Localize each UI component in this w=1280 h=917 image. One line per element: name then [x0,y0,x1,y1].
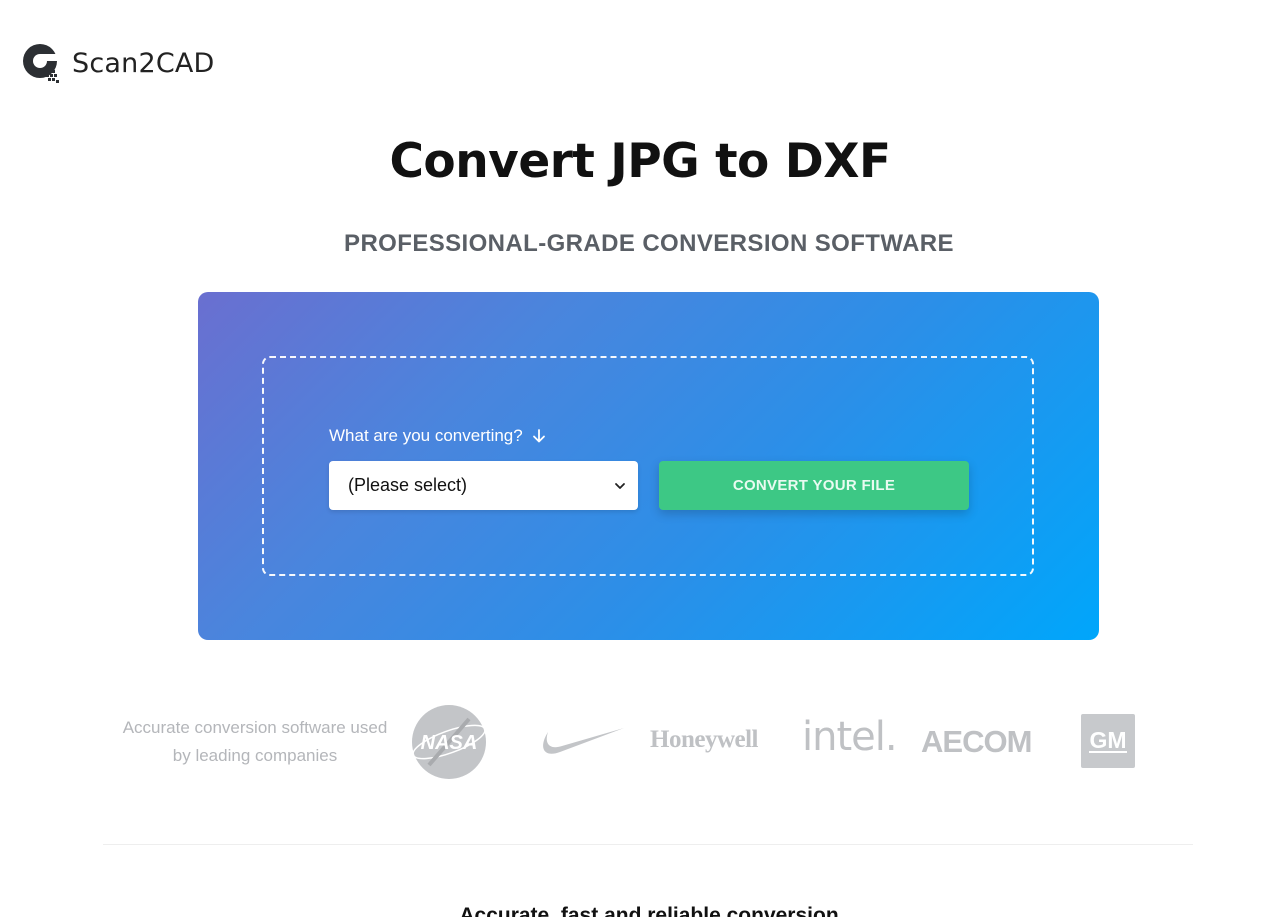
chevron-down-icon [615,482,625,489]
intel-logo: intel. [802,714,898,760]
gm-logo-text: GM [1089,727,1127,753]
converter-prompt-label: What are you converting? [329,426,523,445]
file-type-select-value: (Please select) [348,475,468,495]
file-type-select[interactable]: (Please select) [329,461,638,510]
file-dropzone[interactable]: What are you converting? (Please select)… [262,356,1034,576]
converter-card: What are you converting? (Please select)… [198,292,1099,640]
convert-file-button[interactable]: CONVERT YOUR FILE [659,461,969,510]
trust-statement: Accurate conversion software used by lea… [122,718,388,765]
honeywell-logo: Honeywell [650,726,759,753]
nike-logo [538,722,628,760]
aecom-logo: AECOM [921,724,1032,759]
page-title: Convert JPG to DXF [389,134,891,189]
converter-prompt: What are you converting? [329,426,547,446]
nike-swoosh-icon [543,728,624,754]
arrow-down-icon [532,429,545,443]
site-logo[interactable]: Scan2CAD [20,40,215,86]
section-divider [103,844,1193,845]
nasa-logo-icon: NASA [412,705,486,779]
page-subtitle: PROFESSIONAL-GRADE CONVERSION SOFTWARE [344,230,954,257]
gm-logo: GM [1081,714,1135,768]
nasa-logo-text: NASA [421,732,478,754]
nasa-logo: NASA [409,703,489,781]
scan2cad-logo-icon [23,44,59,83]
brand-name: Scan2CAD [72,47,215,79]
section-title: Accurate, fast and reliable conversion [459,904,839,917]
